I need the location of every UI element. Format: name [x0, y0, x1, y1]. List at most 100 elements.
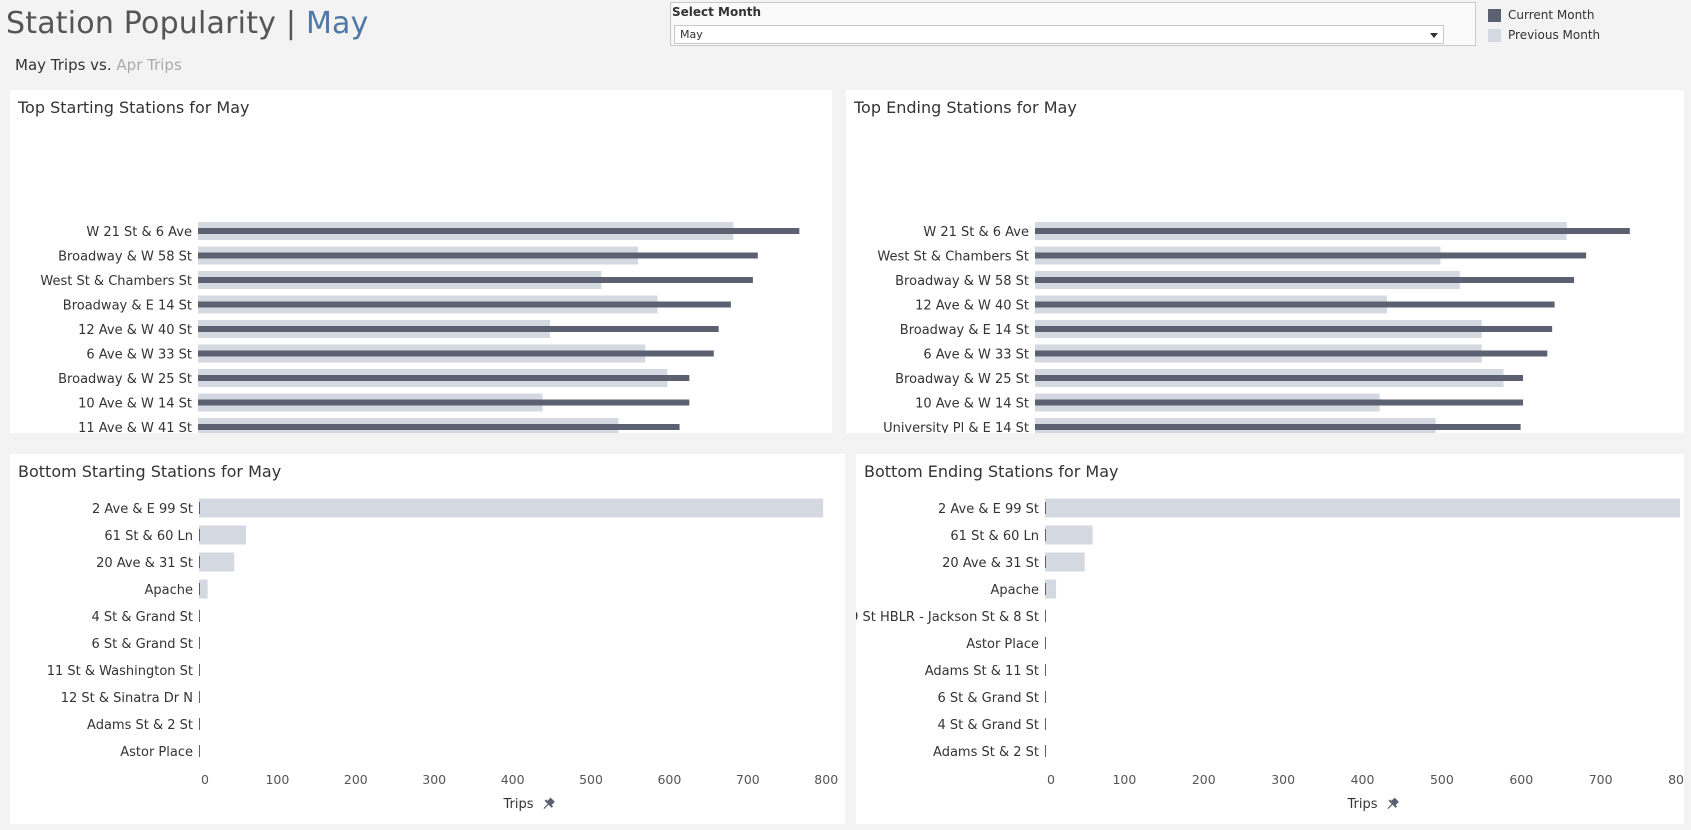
bar-previous-month[interactable] — [1045, 552, 1085, 572]
category-label: 20 Ave & 31 St — [96, 556, 193, 571]
bar-current-month[interactable] — [199, 664, 200, 676]
bar-previous-month[interactable] — [199, 579, 208, 599]
category-label: 2 Ave & E 99 St — [938, 502, 1039, 517]
bar-current-month[interactable] — [1035, 326, 1553, 332]
bar-previous-month[interactable] — [199, 552, 235, 572]
bar-current-month[interactable] — [199, 610, 200, 622]
category-label: 9 St HBLR - Jackson St & 8 St — [856, 610, 1039, 625]
bar-current-month[interactable] — [1035, 252, 1587, 259]
legend-label-previous: Previous Month — [1508, 28, 1601, 42]
bar-previous-month[interactable] — [1045, 579, 1057, 599]
category-label: 11 St & Washington St — [47, 664, 193, 679]
bar-current-month[interactable] — [199, 718, 200, 730]
x-tick-label: 600 — [1509, 772, 1533, 787]
bar-previous-month[interactable] — [1045, 525, 1093, 545]
category-label: W 21 St & 6 Ave — [86, 225, 192, 240]
x-tick-label: 700 — [1589, 772, 1613, 787]
category-label: Broadway & E 14 St — [63, 299, 192, 314]
category-label: 11 Ave & W 41 St — [78, 421, 192, 433]
bar-current-month[interactable] — [1045, 502, 1046, 514]
chart-svg: 2 Ave & E 99 St 61 St & 60 Ln 20 Ave & 31 … — [856, 498, 1684, 812]
title-text: Station Popularity — [6, 6, 277, 41]
x-tick-label: 100 — [265, 772, 289, 787]
bar-current-month[interactable] — [1045, 745, 1046, 757]
bar-current-month[interactable] — [199, 745, 200, 757]
bar-current-month[interactable] — [1035, 277, 1575, 283]
x-tick-label: 400 — [1351, 772, 1375, 787]
bar-current-month[interactable] — [1035, 424, 1521, 430]
bar-current-month[interactable] — [199, 502, 200, 514]
bar-current-month[interactable] — [199, 529, 200, 541]
bar-current-month[interactable] — [198, 252, 758, 259]
category-label: 12 Ave & W 40 St — [78, 323, 192, 338]
bar-current-month[interactable] — [1045, 556, 1046, 568]
bottom-starting-panel: Bottom Starting Stations for May 2 Ave &… — [10, 454, 845, 824]
bar-current-month[interactable] — [198, 277, 753, 283]
category-label: Adams St & 11 St — [925, 664, 1039, 679]
bar-current-month[interactable] — [198, 424, 680, 430]
bar-current-month[interactable] — [1035, 301, 1555, 308]
chart-svg: W 21 St & 6 Ave Broadway & W 58 St West St… — [40, 222, 800, 433]
x-tick-label: 0 — [201, 772, 209, 787]
bar-current-month[interactable] — [1035, 228, 1630, 234]
chart-svg: W 21 St & 6 Ave West St & Chambers St Broa… — [877, 222, 1630, 433]
bar-current-month[interactable] — [1045, 583, 1046, 595]
x-tick-label: 300 — [422, 772, 446, 787]
bar-current-month[interactable] — [198, 228, 800, 234]
bar-current-month[interactable] — [199, 583, 200, 595]
category-label: Astor Place — [966, 637, 1039, 652]
bar-current-month[interactable] — [1045, 529, 1046, 541]
category-label: 4 St & Grand St — [937, 718, 1039, 733]
x-tick-label: 600 — [657, 772, 681, 787]
category-label: Broadway & W 25 St — [895, 372, 1029, 387]
bar-current-month[interactable] — [198, 399, 690, 406]
legend-item-previous[interactable]: Previous Month — [1488, 25, 1600, 45]
category-label: 6 Ave & W 33 St — [923, 348, 1029, 363]
bar-current-month[interactable] — [1045, 664, 1046, 676]
legend-swatch-previous — [1488, 28, 1501, 42]
x-axis-title: Trips — [1346, 797, 1377, 812]
bar-current-month[interactable] — [198, 350, 714, 357]
bar-current-month[interactable] — [1035, 350, 1548, 357]
category-label: 2 Ave & E 99 St — [92, 502, 193, 517]
comparison-subtitle: May Trips vs. Apr Trips — [15, 56, 182, 74]
bar-previous-month[interactable] — [199, 498, 824, 518]
bar-current-month[interactable] — [198, 375, 690, 381]
month-select-value: May — [680, 28, 703, 41]
bar-current-month[interactable] — [199, 556, 200, 568]
month-filter-label: Select Month — [672, 5, 762, 19]
category-label: 4 St & Grand St — [91, 610, 193, 625]
dashboard-title: Station Popularity | May — [6, 6, 369, 41]
category-label: 61 St & 60 Ln — [950, 529, 1039, 544]
category-label: Broadway & W 25 St — [58, 372, 192, 387]
pin-icon[interactable] — [540, 796, 556, 812]
pin-icon[interactable] — [1384, 796, 1400, 812]
bar-current-month[interactable] — [1045, 610, 1046, 622]
legend-label-current: Current Month — [1508, 8, 1595, 22]
bar-current-month[interactable] — [198, 301, 731, 308]
legend-item-current[interactable]: Current Month — [1488, 5, 1600, 25]
category-label: University Pl & E 14 St — [883, 421, 1029, 433]
x-tick-label: 800 — [814, 772, 838, 787]
category-label: 61 St & 60 Ln — [104, 529, 193, 544]
subtitle-current: May Trips vs. — [15, 56, 112, 74]
category-label: 6 Ave & W 33 St — [86, 348, 192, 363]
bar-current-month[interactable] — [1035, 399, 1524, 406]
bar-current-month[interactable] — [1035, 375, 1524, 381]
bar-previous-month[interactable] — [199, 525, 247, 545]
chart-svg: 2 Ave & E 99 St 61 St & 60 Ln 20 Ave & 31 … — [47, 498, 838, 812]
title-separator: | — [285, 6, 297, 41]
chevron-down-icon[interactable] — [1430, 33, 1438, 38]
bar-previous-month[interactable] — [1045, 498, 1680, 518]
bar-current-month[interactable] — [198, 326, 719, 332]
bar-current-month[interactable] — [199, 637, 200, 649]
month-select[interactable]: May — [674, 25, 1444, 44]
x-tick-label: 100 — [1112, 772, 1136, 787]
category-label: Apache — [991, 583, 1040, 598]
x-tick-label: 300 — [1271, 772, 1295, 787]
bar-current-month[interactable] — [1045, 691, 1046, 703]
bar-current-month[interactable] — [199, 691, 200, 703]
bar-current-month[interactable] — [1045, 718, 1046, 730]
x-tick-label: 500 — [579, 772, 603, 787]
bar-current-month[interactable] — [1045, 637, 1046, 649]
